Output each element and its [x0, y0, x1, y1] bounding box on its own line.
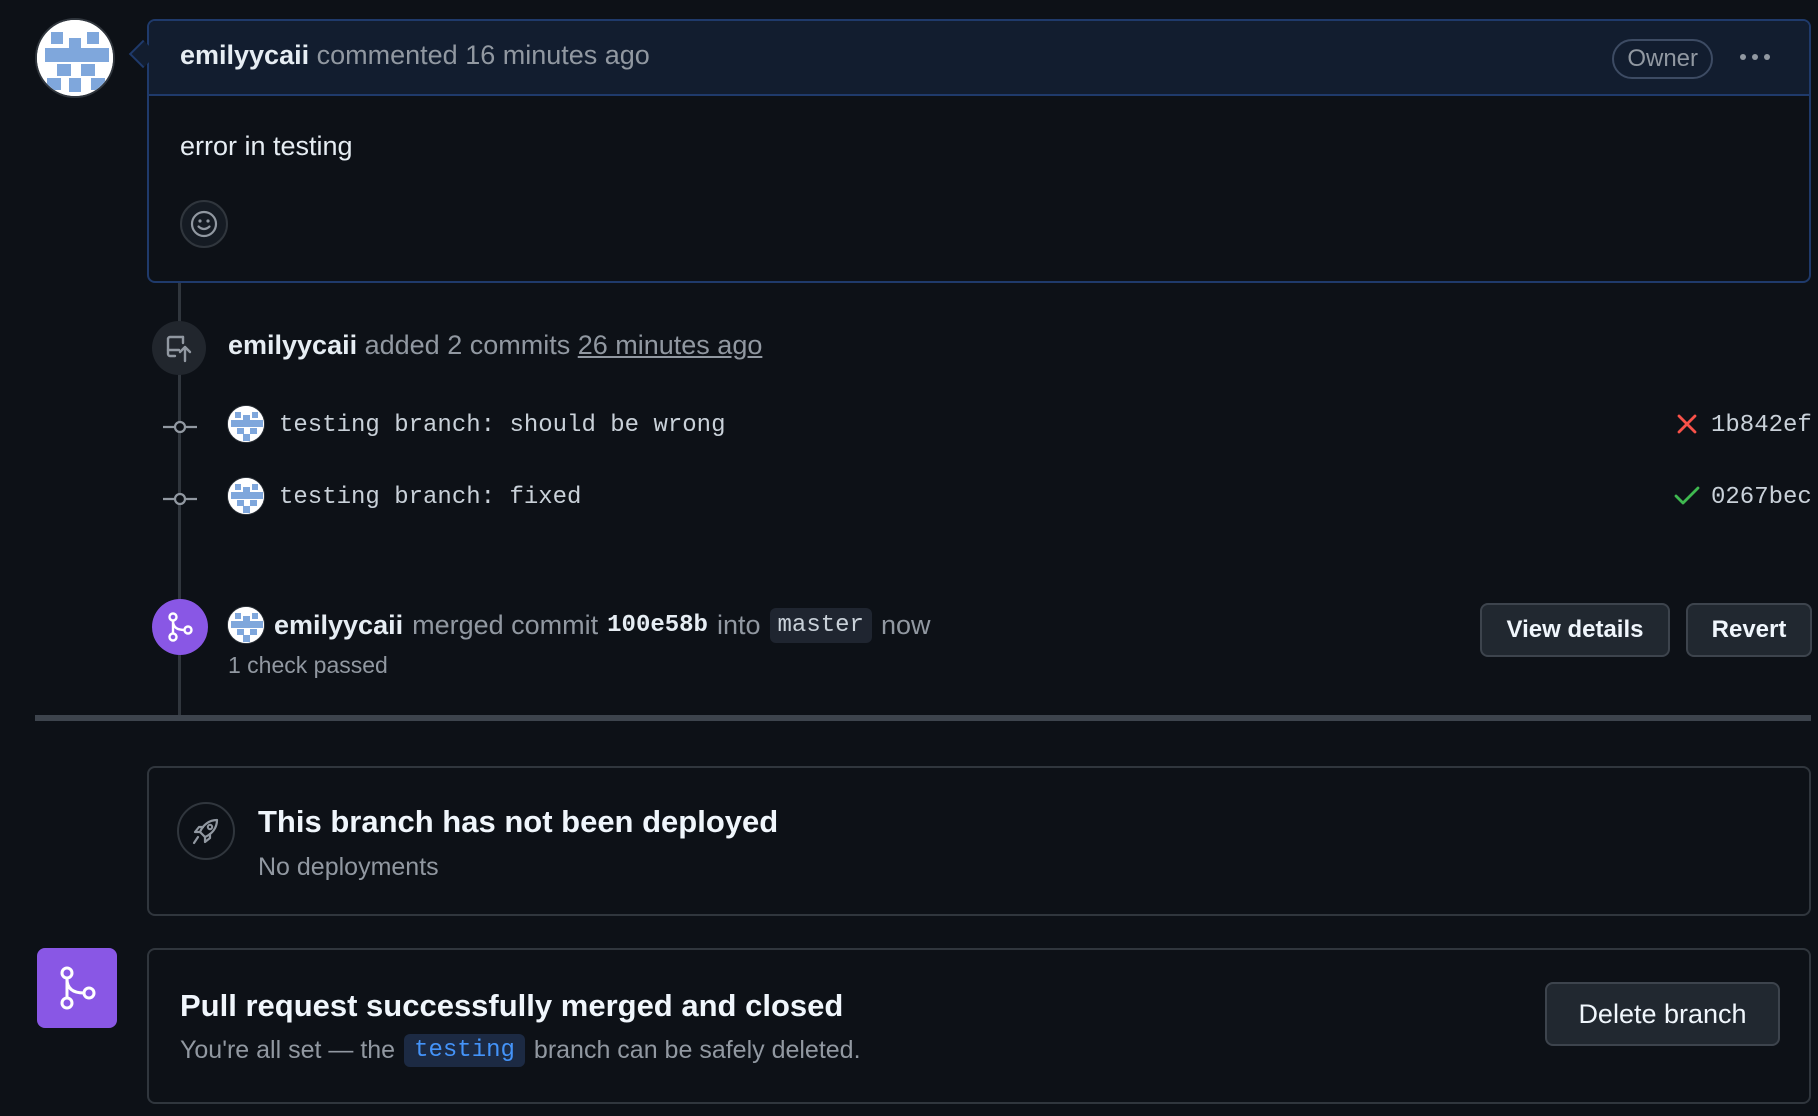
git-merge-icon [152, 599, 208, 655]
revert-button[interactable]: Revert [1686, 603, 1812, 657]
add-reaction-button[interactable] [180, 200, 228, 248]
x-icon[interactable] [1675, 412, 1699, 436]
commit-sha-1[interactable]: 1b842ef [1711, 412, 1812, 439]
git-commit-icon [163, 417, 197, 437]
comment-body: error in testing [180, 131, 353, 161]
merge-event-author[interactable]: emilyycaii [274, 610, 403, 641]
merge-commit-sha[interactable]: 100e58b [607, 612, 708, 639]
owner-badge: Owner [1612, 39, 1713, 79]
commit-author-avatar[interactable] [227, 477, 265, 515]
comment-meta: emilyycaii commented 16 minutes ago [180, 40, 650, 71]
comment-time[interactable]: 16 minutes ago [465, 40, 650, 70]
comment-header: emilyycaii commented 16 minutes ago Owne… [149, 21, 1809, 96]
commits-event-time[interactable]: 26 minutes ago [578, 330, 763, 360]
deployment-title: This branch has not been deployed [258, 804, 779, 839]
commits-event-action: added 2 commits [364, 330, 571, 360]
timeline-divider [35, 715, 1811, 721]
merged-subtitle-before: You're all set — the [180, 1036, 396, 1064]
source-branch[interactable]: testing [404, 1034, 525, 1067]
commenter-avatar[interactable] [35, 18, 115, 98]
commits-event-author[interactable]: emilyycaii [228, 330, 357, 360]
checks-status[interactable]: 1 check passed [228, 652, 388, 679]
smiley-icon [190, 210, 218, 238]
comment-card: emilyycaii commented 16 minutes ago Owne… [147, 19, 1811, 283]
deployment-card: This branch has not been deployed No dep… [147, 766, 1811, 916]
comment-author[interactable]: emilyycaii [180, 40, 309, 70]
merged-title: Pull request successfully merged and clo… [180, 988, 844, 1023]
delete-branch-button[interactable]: Delete branch [1545, 982, 1780, 1046]
merger-avatar[interactable] [227, 606, 265, 644]
kebab-horizontal-icon[interactable] [1735, 43, 1775, 71]
merged-subtitle-after: branch can be safely deleted. [533, 1036, 861, 1064]
commits-event-text: emilyycaii added 2 commits 26 minutes ag… [228, 330, 762, 361]
comment-action: commented [316, 40, 458, 70]
merge-event-text: emilyycaii merged commit 100e58b into ma… [274, 608, 930, 643]
commit-author-avatar[interactable] [227, 405, 265, 443]
merge-event-action: merged commit [412, 610, 599, 640]
merged-subtitle: You're all set — the testing branch can … [180, 1034, 861, 1067]
view-details-button[interactable]: View details [1480, 603, 1670, 657]
rocket-icon [177, 802, 235, 860]
target-branch[interactable]: master [769, 608, 872, 643]
repo-push-icon [152, 321, 206, 375]
merge-event-time[interactable]: now [881, 610, 931, 641]
commit-message-1[interactable]: testing branch: should be wrong [279, 412, 725, 439]
deployment-subtitle: No deployments [258, 853, 439, 881]
git-merge-icon [37, 948, 117, 1028]
git-commit-icon [163, 489, 197, 509]
commit-sha-2[interactable]: 0267bec [1711, 484, 1812, 511]
merged-status-card: Pull request successfully merged and clo… [147, 948, 1811, 1104]
merge-event-into: into [716, 610, 761, 640]
commit-message-2[interactable]: testing branch: fixed [279, 484, 581, 511]
check-icon[interactable] [1673, 484, 1701, 508]
